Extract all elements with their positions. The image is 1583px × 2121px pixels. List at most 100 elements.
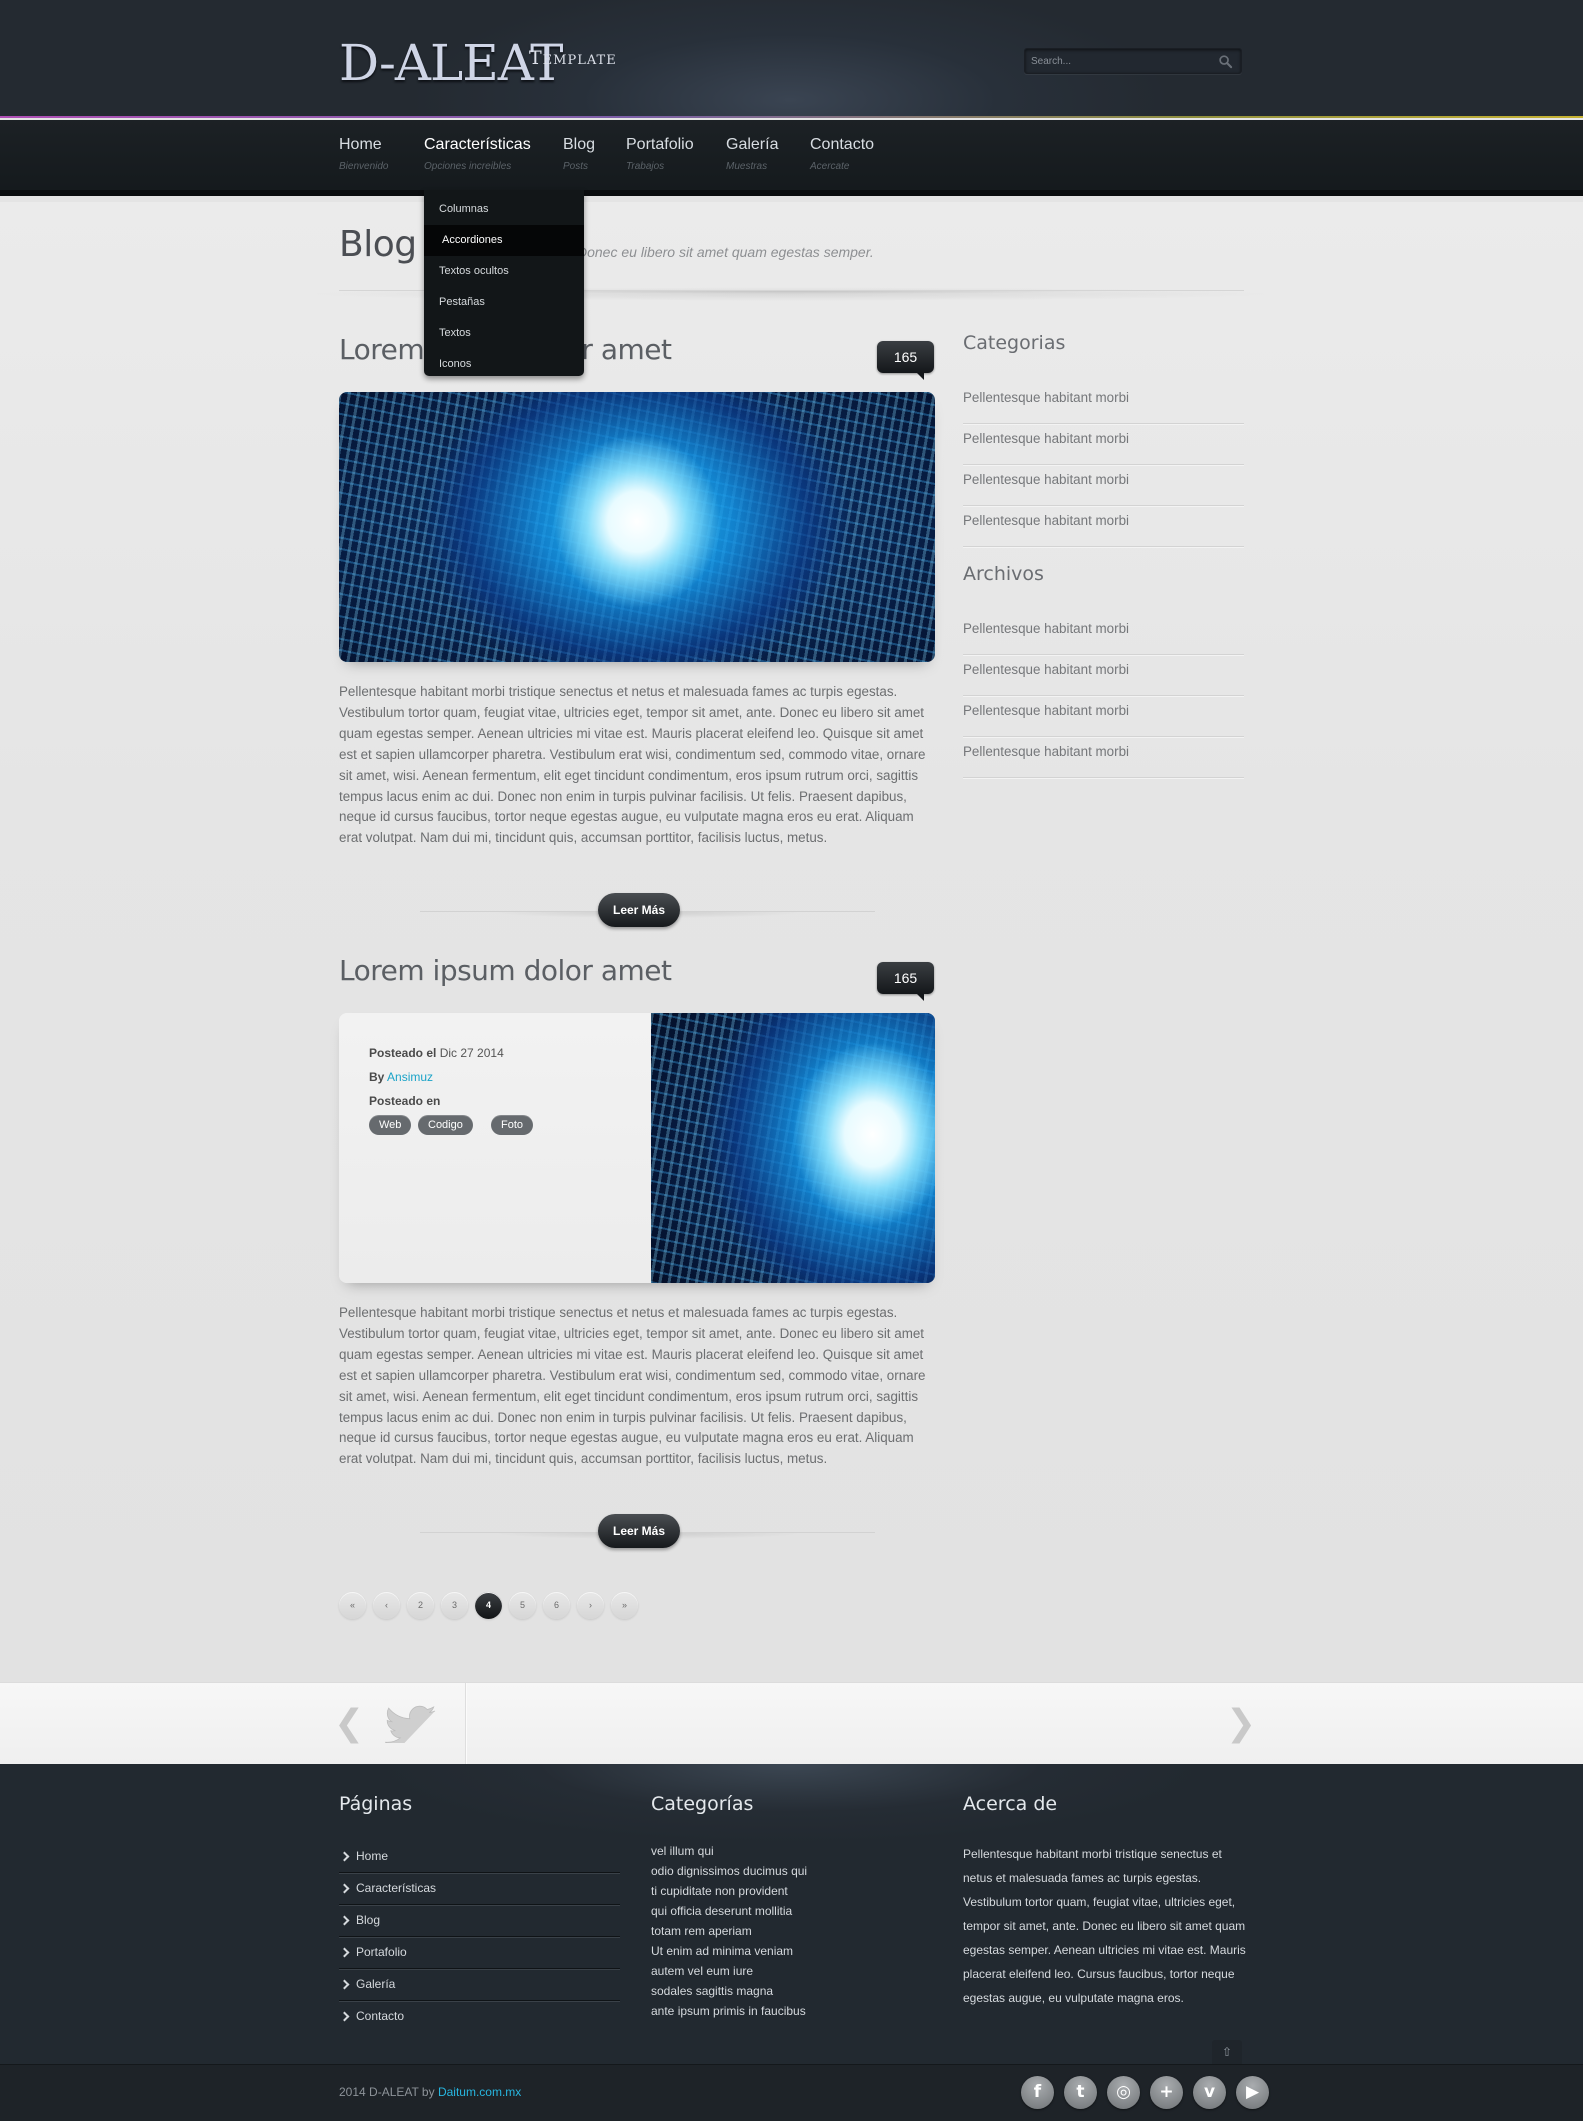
- tag-codigo[interactable]: Codigo: [418, 1115, 473, 1135]
- facebook-icon[interactable]: f: [1021, 2076, 1054, 2109]
- nav-item-blog[interactable]: Blog Posts: [563, 136, 595, 172]
- nav-item-contacto[interactable]: Contacto Acercate: [810, 136, 874, 172]
- dropdown-item-columnas[interactable]: Columnas: [424, 194, 584, 225]
- footer-link-blog[interactable]: Blog: [339, 1905, 620, 1937]
- post-title[interactable]: Lorem ipsum dolor amet: [339, 954, 672, 987]
- post-meta-panel: Posteado el Dic 27 2014 By Ansimuz Poste…: [339, 1013, 651, 1283]
- copyright-text: 2014 D-ALEAT by: [339, 2085, 435, 2099]
- footer-link-galeria[interactable]: Galería: [339, 1969, 620, 2001]
- post-excerpt: Pellentesque habitant morbi tristique se…: [339, 1305, 926, 1467]
- read-more-button[interactable]: Leer Más: [598, 893, 680, 927]
- comment-count-badge[interactable]: 165: [877, 962, 934, 1001]
- search-input[interactable]: [1031, 53, 1211, 69]
- pagination-button[interactable]: »: [611, 1592, 638, 1619]
- pagination-button[interactable]: 3: [441, 1592, 468, 1619]
- post-date: Dic 27 2014: [439, 1046, 504, 1060]
- strip-divider: [465, 1683, 466, 1765]
- pagination-button[interactable]: 5: [509, 1592, 536, 1619]
- sidebar-category-link[interactable]: Pellentesque habitant morbi: [963, 465, 1244, 506]
- footer-link-portafolio[interactable]: Portafolio: [339, 1937, 620, 1969]
- sidebar-category-link[interactable]: Pellentesque habitant morbi: [963, 506, 1244, 547]
- copyright-link[interactable]: Daitum.com.mx: [438, 2085, 521, 2099]
- nav-label: Home: [339, 136, 382, 153]
- twitter-icon[interactable]: t: [1064, 2076, 1097, 2109]
- back-to-top-button[interactable]: ⇧: [1212, 2040, 1242, 2064]
- author-link[interactable]: Ansimuz: [387, 1070, 433, 1084]
- pagination-button[interactable]: ›: [577, 1592, 604, 1619]
- tag-foto[interactable]: Foto: [491, 1115, 534, 1135]
- tag-web[interactable]: Web: [369, 1115, 412, 1135]
- strip-prev-arrow[interactable]: ❮: [334, 1703, 364, 1744]
- footer-link-contacto[interactable]: Contacto: [339, 2001, 620, 2033]
- sidebar-archive-link[interactable]: Pellentesque habitant morbi: [963, 655, 1244, 696]
- dropdown-item-pestanas[interactable]: Pestañas: [424, 287, 584, 318]
- nav-label: Contacto: [810, 136, 875, 153]
- pagination-button[interactable]: «: [339, 1592, 366, 1619]
- post-image[interactable]: [339, 392, 935, 662]
- nav-item-galeria[interactable]: Galería Muestras: [726, 136, 778, 172]
- pagination-button[interactable]: 6: [543, 1592, 570, 1619]
- sidebar-archive-link[interactable]: Pellentesque habitant morbi: [963, 737, 1244, 778]
- nav-label: Características: [424, 136, 531, 153]
- dropdown-item-textos-ocultos[interactable]: Textos ocultos: [424, 256, 584, 287]
- nav-sublabel: Muestras: [726, 161, 768, 172]
- footer-category-link[interactable]: vel illum qui: [651, 1841, 714, 1861]
- bottom-bar: [0, 2064, 1583, 2121]
- post-category-line: Posteado en: [369, 1094, 440, 1108]
- footer-category-link[interactable]: odio dignissimos ducimus qui: [651, 1861, 807, 1881]
- nav-label: Galería: [726, 136, 779, 153]
- post-image[interactable]: [651, 1013, 935, 1283]
- site-header: D-ALEAT Template: [0, 0, 1583, 118]
- binary-tunnel-image: [339, 392, 935, 662]
- footer-about-heading: Acerca de: [963, 1793, 1058, 1815]
- post-meta-card: Posteado el Dic 27 2014 By Ansimuz Poste…: [339, 1013, 935, 1283]
- footer-link-caracteristicas[interactable]: Características: [339, 1873, 620, 1905]
- caracteristicas-dropdown: Columnas Accordiones Textos ocultos Pest…: [424, 190, 584, 376]
- posted-label: Posteado el: [369, 1046, 437, 1060]
- sidebar-category-link[interactable]: Pellentesque habitant morbi: [963, 383, 1244, 424]
- sidebar-archive-link[interactable]: Pellentesque habitant morbi: [963, 696, 1244, 737]
- footer-category-link[interactable]: ante ipsum primis in faucibus: [651, 2001, 806, 2021]
- footer-category-link[interactable]: Ut enim ad minima veniam: [651, 1941, 793, 1961]
- pagination-button[interactable]: 2: [407, 1592, 434, 1619]
- nav-sublabel: Trabajos: [626, 161, 665, 172]
- dribbble-icon[interactable]: ◎: [1107, 2076, 1140, 2109]
- sidebar-archives-heading: Archivos: [963, 563, 1044, 585]
- sidebar-categories-heading: Categorias: [963, 332, 1066, 354]
- youtube-icon[interactable]: ▶: [1236, 2076, 1269, 2109]
- footer-category-link[interactable]: sodales sagittis magna: [651, 1981, 773, 2001]
- footer-about-text: Pellentesque habitant morbi tristique se…: [963, 1847, 1246, 2005]
- search-icon[interactable]: [1218, 54, 1233, 69]
- nav-item-portafolio[interactable]: Portafolio Trabajos: [626, 136, 694, 172]
- footer-category-link[interactable]: totam rem aperiam: [651, 1921, 752, 1941]
- nav-label: Portafolio: [626, 136, 694, 153]
- nav-label: Blog: [563, 136, 596, 153]
- sidebar-archive-link[interactable]: Pellentesque habitant morbi: [963, 614, 1244, 655]
- vimeo-icon[interactable]: v: [1193, 2076, 1226, 2109]
- footer-category-link[interactable]: autem vel eum iure: [651, 1961, 753, 1981]
- nav-item-caracteristicas[interactable]: Características Opciones increibles: [424, 136, 531, 172]
- sidebar-category-link[interactable]: Pellentesque habitant morbi: [963, 424, 1244, 465]
- pagination-button[interactable]: ‹: [373, 1592, 400, 1619]
- nav-sublabel: Bienvenido: [339, 161, 389, 172]
- footer-category-link[interactable]: ti cupiditate non provident: [651, 1881, 788, 1901]
- strip-next-arrow[interactable]: ❯: [1226, 1703, 1256, 1744]
- dropdown-item-iconos[interactable]: Iconos: [424, 349, 584, 380]
- dropdown-item-textos[interactable]: Textos: [424, 318, 584, 349]
- nav-sublabel: Acercate: [810, 161, 850, 172]
- by-label: By: [369, 1070, 385, 1084]
- nav-sublabel: Posts: [563, 161, 589, 172]
- post-author-line: By Ansimuz: [369, 1070, 433, 1084]
- pagination-button[interactable]: 4: [475, 1592, 502, 1619]
- nav-sublabel: Opciones increibles: [424, 161, 512, 172]
- dropdown-item-accordiones[interactable]: Accordiones: [424, 225, 584, 256]
- footer-link-home[interactable]: Home: [339, 1841, 620, 1873]
- comment-count-badge[interactable]: 165: [877, 341, 934, 380]
- post-excerpt: Pellentesque habitant morbi tristique se…: [339, 684, 926, 846]
- read-more-button[interactable]: Leer Más: [598, 1514, 680, 1548]
- plus-icon[interactable]: +: [1150, 2076, 1183, 2109]
- nav-item-home[interactable]: Home Bienvenido: [339, 136, 388, 172]
- footer-categories-heading: Categorías: [651, 1793, 754, 1815]
- footer-category-link[interactable]: qui officia deserunt mollitia: [651, 1901, 792, 1921]
- search-box: [1024, 48, 1242, 74]
